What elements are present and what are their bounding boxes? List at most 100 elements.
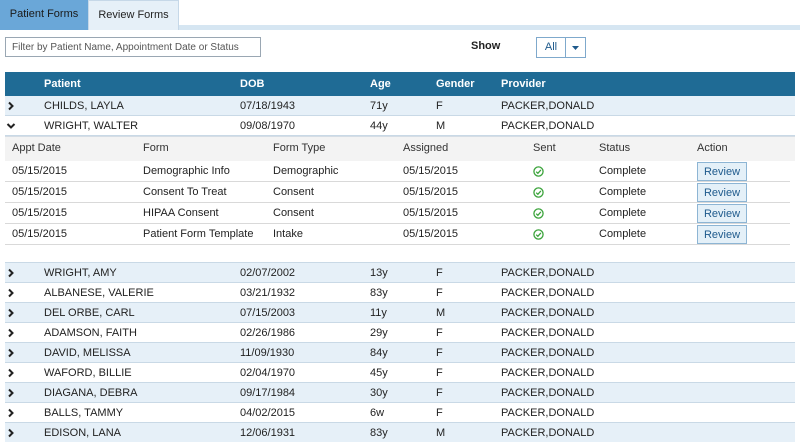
patient-age: 11y xyxy=(370,307,387,319)
patient-dob: 03/21/1932 xyxy=(240,287,296,299)
forms-header-form: Form xyxy=(143,142,169,154)
table-row[interactable]: WRIGHT, WALTER 09/08/1970 44y M PACKER,DONAL… xyxy=(5,116,795,136)
patient-dob: 09/08/1970 xyxy=(240,120,296,132)
patient-name: WAFORD, BILLIE xyxy=(44,367,132,379)
header-patient[interactable]: Patient xyxy=(44,72,81,96)
patient-gender: M xyxy=(436,307,446,319)
patient-provider: PACKER,DONALD xyxy=(501,367,595,379)
filter-input[interactable] xyxy=(5,37,261,57)
forms-header-appt-date: Appt Date xyxy=(12,142,61,154)
patient-provider: PACKER,DONALD xyxy=(501,387,595,399)
form-type: Intake xyxy=(273,228,303,240)
patient-age: 30y xyxy=(370,387,388,399)
patient-provider: PACKER,DONALD xyxy=(501,100,595,112)
form-name: HIPAA Consent xyxy=(143,207,219,219)
patient-provider: PACKER,DONALD xyxy=(501,267,595,279)
forms-header: Appt Date Form Form Type Assigned Sent S… xyxy=(5,137,795,161)
table-row[interactable]: ALBANESE, VALERIE 03/21/1932 83y F PACKER,DO… xyxy=(5,283,795,303)
review-button[interactable]: Review xyxy=(697,183,747,202)
table-row[interactable]: CHILDS, LAYLA 07/18/1943 71y F PACKER,DONALD xyxy=(5,96,795,116)
patient-dob: 11/09/1930 xyxy=(240,347,295,359)
check-circle-icon xyxy=(533,208,544,219)
patient-gender: F xyxy=(436,287,443,299)
check-circle-icon xyxy=(533,187,544,198)
header-dob[interactable]: DOB xyxy=(240,72,264,96)
header-provider[interactable]: Provider xyxy=(501,72,546,96)
forms-header-form-type: Form Type xyxy=(273,142,326,154)
patient-age: 13y xyxy=(370,267,388,279)
form-name: Demographic Info xyxy=(143,165,230,177)
patient-age: 44y xyxy=(370,120,388,132)
tab-patient-forms[interactable]: Patient Forms xyxy=(0,0,88,30)
patient-dob: 07/15/2003 xyxy=(240,307,296,319)
form-row: 05/15/2015 HIPAA Consent Consent 05/15/2015… xyxy=(5,203,790,224)
chevron-right-icon[interactable] xyxy=(6,288,16,298)
review-button[interactable]: Review xyxy=(697,162,747,181)
chevron-right-icon[interactable] xyxy=(6,348,16,358)
check-circle-icon xyxy=(533,166,544,177)
form-appt-date: 05/15/2015 xyxy=(12,228,68,240)
patient-name: CHILDS, LAYLA xyxy=(44,100,124,112)
table-row[interactable]: DEL ORBE, CARL 07/15/2003 11y M PACKER,DONAL… xyxy=(5,303,795,323)
show-dropdown[interactable]: All xyxy=(536,37,586,58)
form-assigned: 05/15/2015 xyxy=(403,207,459,219)
form-type: Demographic xyxy=(273,165,339,177)
tab-bar: Patient Forms Review Forms xyxy=(0,0,800,30)
form-name: Patient Form Template xyxy=(143,228,254,240)
chevron-right-icon[interactable] xyxy=(6,388,16,398)
form-type: Consent xyxy=(273,207,314,219)
patient-gender: F xyxy=(436,407,443,419)
show-label: Show xyxy=(471,40,501,52)
forms-header-action: Action xyxy=(697,142,728,154)
chevron-right-icon[interactable] xyxy=(6,101,16,111)
table-row[interactable]: DAVID, MELISSA 11/09/1930 84y F PACKER,DONAL… xyxy=(5,343,795,363)
patient-dob: 02/07/2002 xyxy=(240,267,296,279)
form-row: 05/15/2015 Consent To Treat Consent 05/15/2… xyxy=(5,182,790,203)
patient-dob: 04/02/2015 xyxy=(240,407,296,419)
form-assigned: 05/15/2015 xyxy=(403,186,459,198)
form-status: Complete xyxy=(599,228,647,240)
table-row[interactable]: WRIGHT, AMY 02/07/2002 13y F PACKER,DONALD xyxy=(5,263,795,283)
patient-dob: 02/26/1986 xyxy=(240,327,296,339)
patient-name: WRIGHT, WALTER xyxy=(44,120,139,132)
chevron-right-icon[interactable] xyxy=(6,328,16,338)
table-row[interactable]: ADAMSON, FAITH 02/26/1986 29y F PACKER,DONAL… xyxy=(5,323,795,343)
patient-provider: PACKER,DONALD xyxy=(501,347,595,359)
header-age[interactable]: Age xyxy=(370,72,391,96)
header-gender[interactable]: Gender xyxy=(436,72,475,96)
table-row[interactable]: EDISON, LANA 12/06/1931 83y M PACKER,DONALD xyxy=(5,423,795,442)
patient-provider: PACKER,DONALD xyxy=(501,327,595,339)
tab-review-forms[interactable]: Review Forms xyxy=(88,0,179,30)
patient-gender: F xyxy=(436,100,443,112)
form-name: Consent To Treat xyxy=(143,186,227,198)
review-button[interactable]: Review xyxy=(697,204,747,223)
forms-header-assigned: Assigned xyxy=(403,142,449,154)
caret-down-icon[interactable] xyxy=(565,38,585,57)
patient-name: WRIGHT, AMY xyxy=(44,267,117,279)
table-row[interactable]: DIAGANA, DEBRA 09/17/1984 30y F PACKER,DONAL… xyxy=(5,383,795,403)
chevron-down-icon[interactable] xyxy=(6,121,16,131)
forms-header-status: Status xyxy=(599,142,631,154)
chevron-right-icon[interactable] xyxy=(6,428,16,438)
patient-age: 71y xyxy=(370,100,388,112)
patient-provider: PACKER,DONALD xyxy=(501,427,595,439)
patient-dob: 09/17/1984 xyxy=(240,387,296,399)
patient-gender: M xyxy=(436,120,446,132)
form-appt-date: 05/15/2015 xyxy=(12,207,68,219)
patient-provider: PACKER,DONALD xyxy=(501,407,595,419)
patient-table: Patient DOB Age Gender Provider CHILDS, … xyxy=(5,72,795,442)
table-row[interactable]: WAFORD, BILLIE 02/04/1970 45y F PACKER,DONAL… xyxy=(5,363,795,383)
chevron-right-icon[interactable] xyxy=(6,308,16,318)
patient-gender: M xyxy=(436,427,446,439)
chevron-right-icon[interactable] xyxy=(6,408,16,418)
table-row[interactable]: BALLS, TAMMY 04/02/2015 6w F PACKER,DONALD xyxy=(5,403,795,423)
patient-provider: PACKER,DONALD xyxy=(501,307,595,319)
patient-gender: F xyxy=(436,327,443,339)
patient-provider: PACKER,DONALD xyxy=(501,120,595,132)
patient-provider: PACKER,DONALD xyxy=(501,287,595,299)
chevron-right-icon[interactable] xyxy=(6,368,16,378)
show-dropdown-value[interactable]: All xyxy=(537,38,565,57)
patient-age: 45y xyxy=(370,367,388,379)
review-button[interactable]: Review xyxy=(697,225,747,244)
chevron-right-icon[interactable] xyxy=(6,268,16,278)
